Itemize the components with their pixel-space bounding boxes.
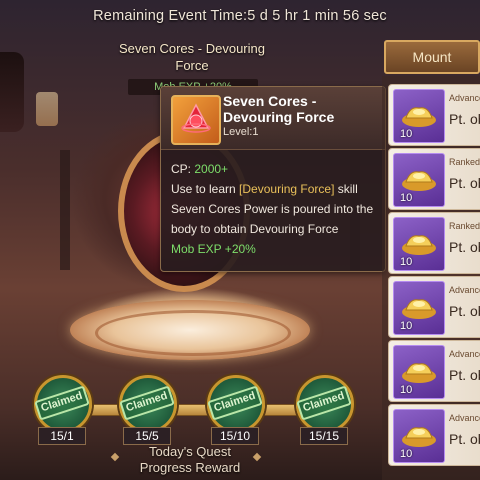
item-quantity: 10 (400, 128, 413, 140)
quest-reward-medal[interactable]: Claimed 15/5 (115, 375, 177, 445)
gold-ingot-icon: 10 (393, 217, 445, 271)
stage-title-line2: Force (175, 58, 209, 73)
medal-progress: 15/1 (38, 427, 86, 445)
item-label: Ranked (449, 221, 480, 231)
reward-item[interactable]: 10 Ranked Pt. ob (388, 148, 480, 210)
reward-item[interactable]: 10 Advance Pt. ob (388, 340, 480, 402)
item-quantity: 10 (400, 384, 413, 396)
stage-title-line1: Seven Cores - Devouring (119, 41, 265, 56)
tooltip-level: Level:1 (223, 126, 259, 138)
bonus-text: Mob EXP +20% (171, 242, 256, 256)
event-timer: Remaining Event Time:5 d 5 hr 1 min 56 s… (93, 8, 387, 24)
skill-name: [Devouring Force] (239, 182, 335, 196)
item-text: Pt. ob (449, 111, 480, 127)
gold-ingot-icon: 10 (393, 153, 445, 207)
tab-mount[interactable]: Mount (384, 40, 480, 74)
reward-item[interactable]: 10 Advance Pt. ob (388, 276, 480, 338)
tooltip-header: Seven Cores - Devouring Force Level:1 (161, 87, 385, 150)
reward-item[interactable]: 10 Ranked Pt. ob (388, 212, 480, 274)
lantern-decoration (36, 92, 58, 126)
item-quantity: 10 (400, 448, 413, 460)
use-prefix: Use to learn (171, 182, 236, 196)
quest-reward-medal[interactable]: Claimed 15/1 (30, 375, 92, 445)
tooltip-title-line1: Seven Cores - (223, 93, 317, 109)
reward-item[interactable]: 10 Advance Pt. ob (388, 84, 480, 146)
quest-label-line1: Today's Quest (149, 444, 231, 459)
pillar-decoration (60, 150, 70, 270)
altar-ring (95, 310, 291, 356)
gold-ingot-icon: 10 (393, 281, 445, 335)
description-line2: body to obtain Devouring Force (171, 222, 339, 236)
skill-core-icon (171, 95, 221, 145)
item-label: Advance (449, 93, 480, 103)
tooltip-title-line2: Devouring Force (223, 109, 335, 125)
item-quantity: 10 (400, 320, 413, 332)
reward-item[interactable]: 10 Advance Pt. ob (388, 404, 480, 466)
medal-progress: 15/10 (211, 427, 259, 445)
item-quantity: 10 (400, 192, 413, 204)
tooltip-body: CP: 2000+ Use to learn [Devouring Force]… (171, 159, 381, 259)
item-text: Pt. ob (449, 303, 480, 319)
cp-value: 2000+ (194, 162, 229, 176)
quest-label-line2: Progress Reward (139, 460, 241, 475)
item-label: Advance (449, 413, 480, 423)
item-quantity: 10 (400, 256, 413, 268)
item-label: Ranked (449, 157, 480, 167)
item-text: Pt. ob (449, 431, 480, 447)
description-line1: Seven Cores Power is poured into the (171, 202, 374, 216)
medal-progress: 15/15 (300, 427, 348, 445)
item-label: Advance (449, 285, 480, 295)
medal-progress: 15/5 (123, 427, 171, 445)
skill-tooltip: Seven Cores - Devouring Force Level:1 CP… (160, 86, 386, 272)
tooltip-title: Seven Cores - Devouring Force (223, 93, 383, 125)
item-text: Pt. ob (449, 367, 480, 383)
quest-reward-medal[interactable]: Claimed 15/15 (292, 375, 354, 445)
quest-progress-label: Today's Quest Progress Reward (110, 444, 270, 476)
character-silhouette (0, 52, 24, 132)
item-label: Advance (449, 349, 480, 359)
use-suffix: skill (337, 182, 358, 196)
item-text: Pt. ob (449, 175, 480, 191)
quest-reward-medal[interactable]: Claimed 15/10 (203, 375, 265, 445)
gold-ingot-icon: 10 (393, 89, 445, 143)
stage-title: Seven Cores - Devouring Force (92, 40, 292, 74)
use-line: Use to learn [Devouring Force] skill (171, 179, 381, 199)
cp-label: CP: (171, 162, 192, 176)
item-text: Pt. ob (449, 239, 480, 255)
gold-ingot-icon: 10 (393, 345, 445, 399)
cp-line: CP: 2000+ (171, 159, 381, 179)
gold-ingot-icon: 10 (393, 409, 445, 463)
